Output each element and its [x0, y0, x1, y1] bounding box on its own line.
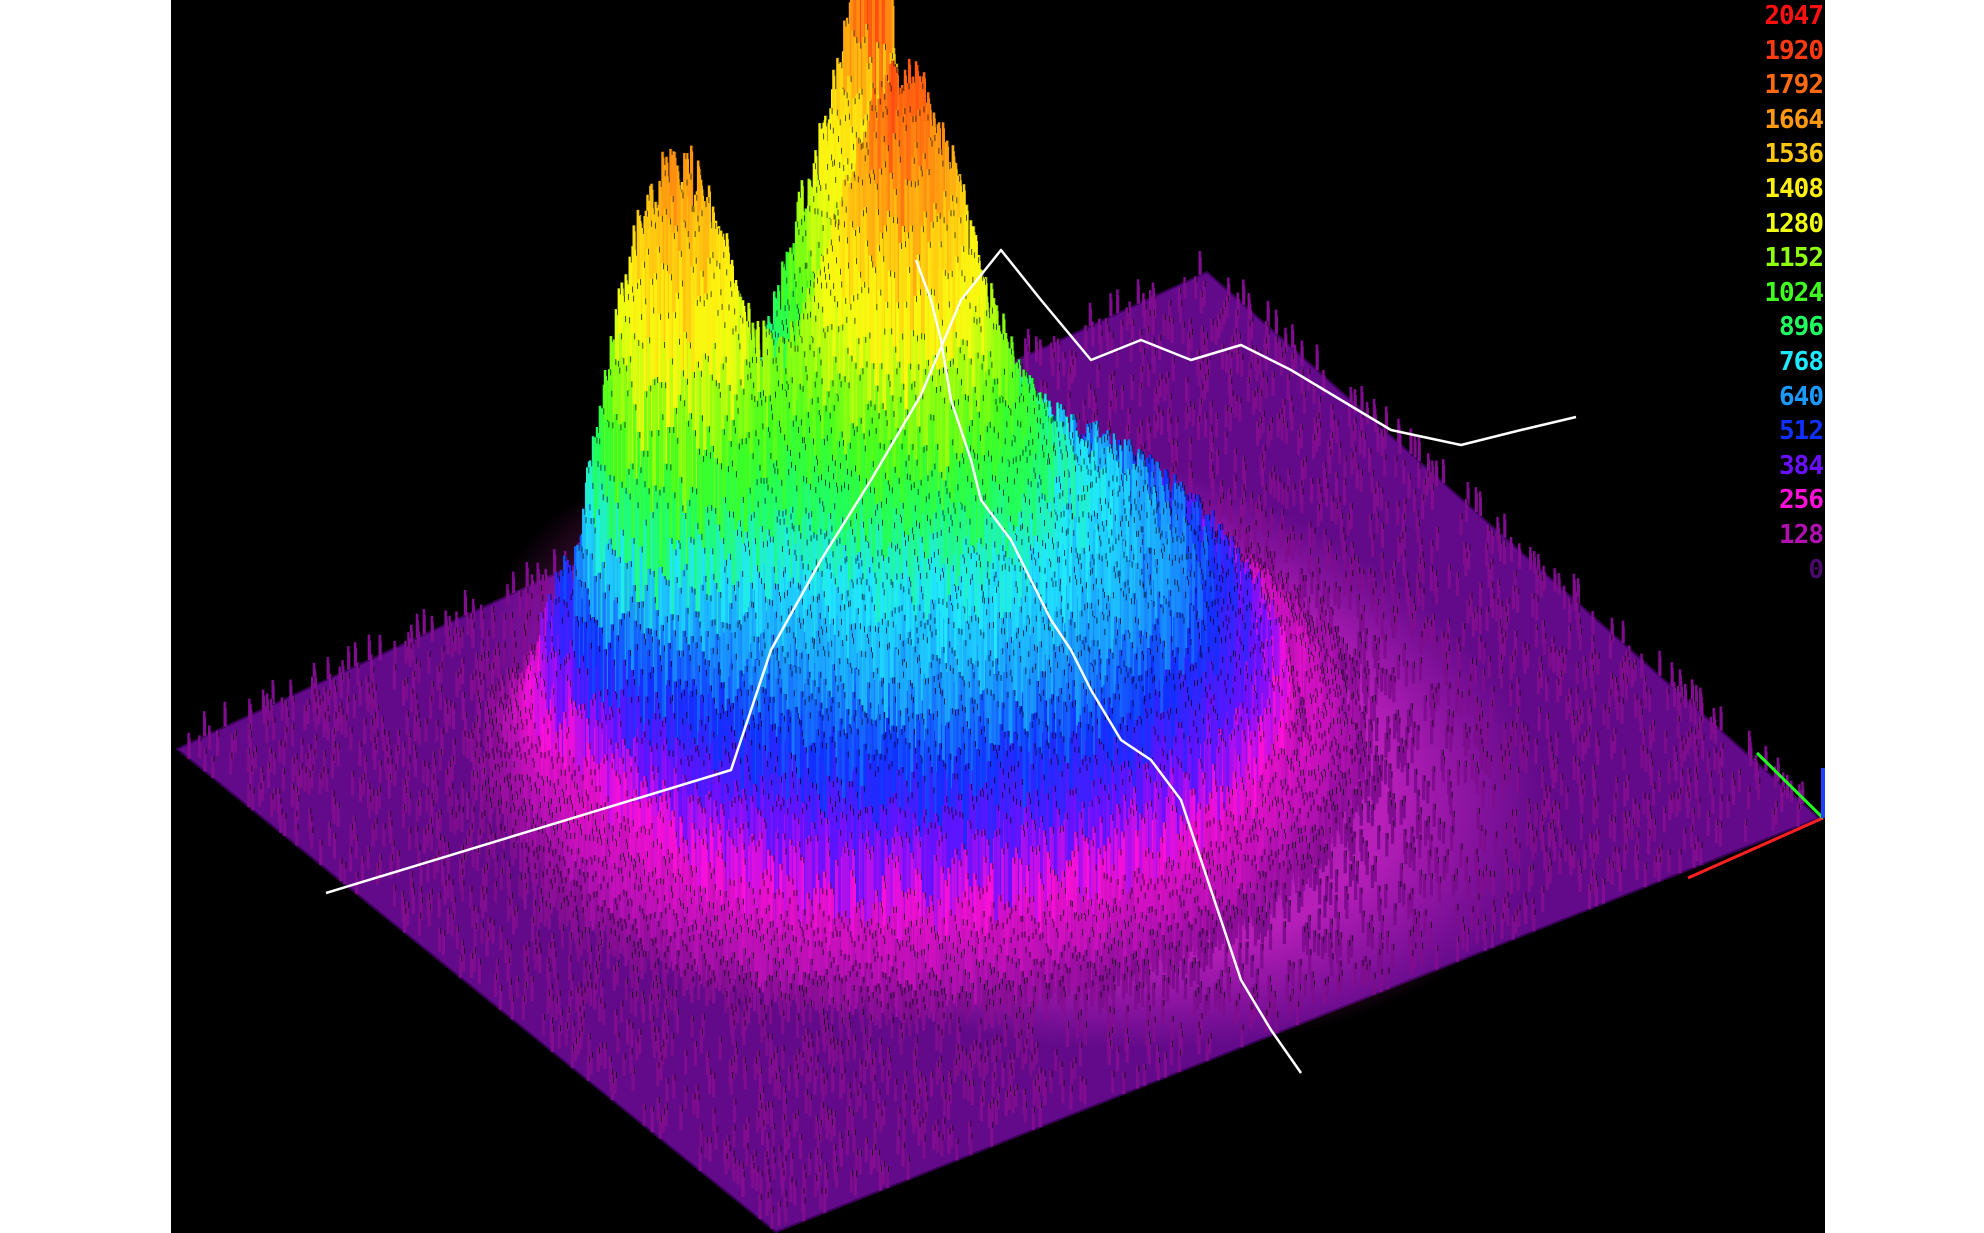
- plot-viewport: 2047 1920 1792 1664 1536 1408 1280 1152 1024 896 7…: [171, 0, 1825, 1233]
- surface-plot: [175, 0, 1825, 1233]
